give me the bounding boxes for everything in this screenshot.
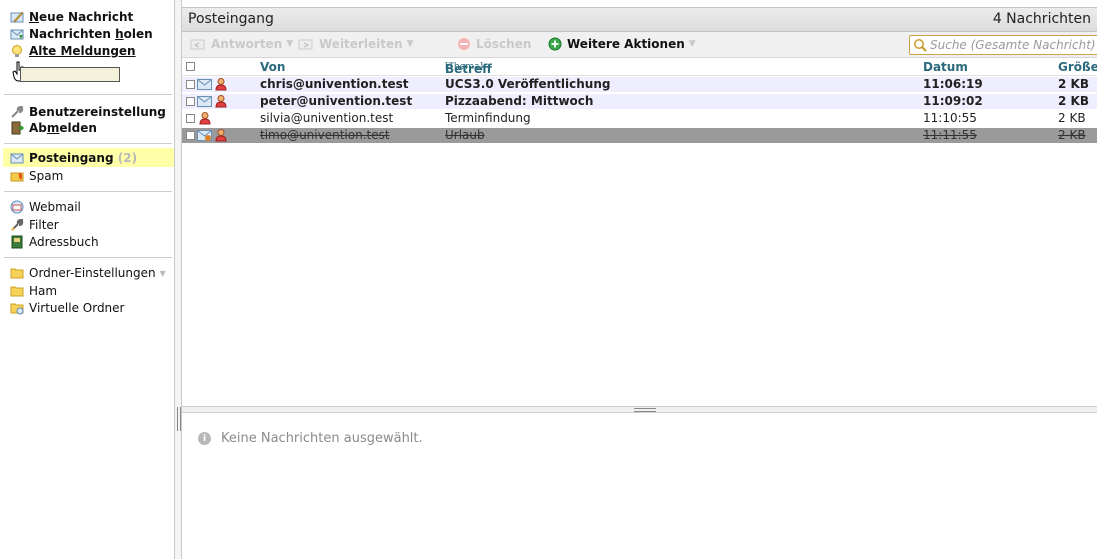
folder-icon	[10, 284, 24, 298]
reply-button[interactable]: Antworten ▼	[190, 37, 293, 51]
envelope-icon	[197, 95, 212, 110]
addressbook-link[interactable]: Adressbuch	[10, 234, 99, 250]
folder-virtual[interactable]: Virtuelle Ordner	[10, 300, 124, 316]
folder-header: Posteingang 4 Nachrichten	[182, 7, 1097, 32]
folder-settings-link[interactable]: Ordner-Einstellungen ▼	[10, 265, 166, 281]
user-settings-link[interactable]: Benutzereinstellung	[10, 104, 166, 120]
filter-wrench-icon	[10, 218, 24, 232]
person-icon	[214, 94, 228, 111]
person-icon	[198, 111, 212, 128]
delete-button[interactable]: Löschen	[457, 37, 531, 51]
envelope-icon	[197, 129, 212, 144]
sidebar-divider	[4, 143, 172, 144]
message-count: 4 Nachrichten	[992, 11, 1091, 27]
more-actions-button[interactable]: Weitere Aktionen ▼	[548, 37, 696, 51]
table-row[interactable]: peter@univention.test Pizzaabend: Mittwo…	[182, 94, 1097, 109]
fetch-messages-link[interactable]: Nachrichten holen	[10, 26, 153, 42]
fetch-mail-icon	[10, 27, 24, 41]
table-row[interactable]: chris@univention.test UCS3.0 Veröffentli…	[182, 77, 1097, 92]
webmail-link[interactable]: Webmail	[10, 199, 81, 215]
message-list-header: Von Betreff [Thema] Datum Größe	[182, 58, 1097, 76]
virtual-folder-icon	[10, 301, 24, 315]
folder-title: Posteingang	[188, 11, 274, 27]
folder-icon	[10, 266, 24, 280]
main-panel: Posteingang 4 Nachrichten Antworten ▼ Wei…	[182, 0, 1097, 559]
chevron-down-icon[interactable]: ▼	[407, 39, 414, 49]
search-box[interactable]: Suche (Gesamte Nachricht)	[909, 35, 1097, 55]
column-date[interactable]: Datum	[923, 60, 968, 74]
filter-link[interactable]: Filter	[10, 217, 59, 233]
row-checkbox[interactable]	[186, 114, 195, 123]
delete-icon	[457, 37, 471, 51]
old-messages-link[interactable]: Alte Meldungen	[10, 43, 136, 59]
envelope-icon	[197, 78, 212, 93]
addressbook-icon	[10, 235, 24, 249]
empty-preview-message: i Keine Nachrichten ausgewählt.	[198, 431, 423, 446]
sidebar-divider	[4, 191, 172, 192]
forward-icon	[298, 37, 314, 51]
preview-resize-handle[interactable]	[182, 406, 1097, 413]
chevron-down-icon[interactable]: ▼	[160, 269, 166, 278]
row-checkbox[interactable]	[186, 131, 195, 140]
select-all-checkbox[interactable]	[186, 62, 195, 71]
search-icon	[913, 38, 927, 52]
chevron-down-icon[interactable]: ▼	[689, 39, 696, 49]
person-icon	[214, 77, 228, 94]
logout-door-icon	[10, 121, 24, 135]
sidebar: Neue Nachricht Nachrichten holen Alte Me…	[0, 0, 174, 559]
toolbar: Antworten ▼ Weiterleiten ▼ Löschen Weitere…	[182, 32, 1097, 58]
column-from[interactable]: Von	[260, 60, 285, 74]
search-input[interactable]: Suche (Gesamte Nachricht)	[930, 38, 1096, 52]
person-icon	[214, 128, 228, 145]
compose-icon	[10, 10, 24, 24]
forward-button[interactable]: Weiterleiten ▼	[298, 37, 414, 51]
webmail-icon	[10, 200, 24, 214]
envelope-icon	[10, 151, 24, 165]
sidebar-resize-handle[interactable]	[174, 0, 182, 559]
spam-folder-icon	[10, 169, 24, 183]
status-indicator-box	[20, 67, 120, 82]
row-checkbox[interactable]	[186, 97, 195, 106]
wrench-icon	[10, 105, 24, 119]
column-size[interactable]: Größe	[1058, 60, 1097, 74]
sidebar-divider	[4, 257, 172, 258]
logout-link[interactable]: Abmelden	[10, 120, 97, 136]
table-row[interactable]: silvia@univention.test Terminfindung 11:…	[182, 111, 1097, 126]
preview-pane: i Keine Nachrichten ausgewählt.	[182, 413, 1097, 559]
folder-inbox[interactable]: Posteingang (2)	[10, 150, 137, 166]
chevron-down-icon[interactable]: ▼	[286, 39, 293, 49]
row-checkbox[interactable]	[186, 80, 195, 89]
table-row[interactable]: timo@univention.test Urlaub 11:11:55 2 K…	[182, 128, 1097, 143]
info-icon: i	[198, 432, 211, 445]
new-message-link[interactable]: Neue Nachricht	[10, 9, 133, 25]
column-thread-toggle[interactable]: [Thema]	[445, 62, 483, 72]
sidebar-divider	[4, 94, 172, 95]
folder-ham[interactable]: Ham	[10, 283, 57, 299]
lightbulb-icon	[10, 44, 24, 58]
reply-icon	[190, 37, 206, 51]
folder-spam[interactable]: Spam	[10, 168, 63, 184]
plus-circle-icon	[548, 37, 562, 51]
